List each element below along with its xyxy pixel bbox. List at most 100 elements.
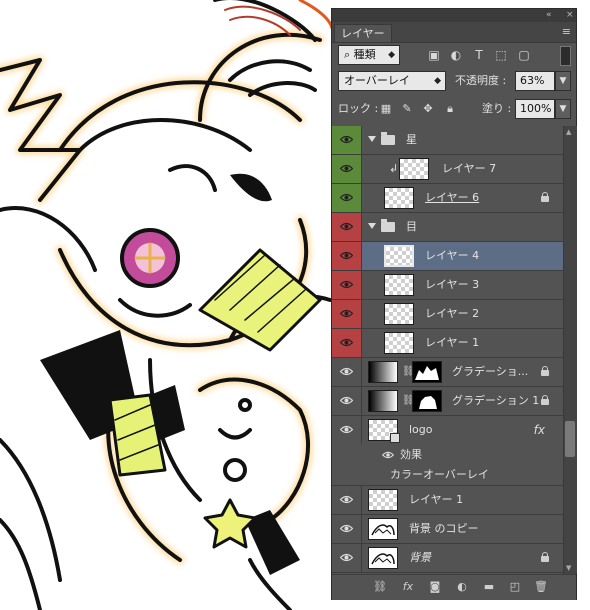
layer-name: レイヤー 6 bbox=[425, 191, 480, 204]
filter-kind-dropdown[interactable]: ⌕ 種類 ◆ bbox=[338, 45, 400, 65]
panel-footer: ⛓ fx ◙ ◐ ▬ ◰ 🗑︎ bbox=[332, 574, 576, 600]
visibility-toggle[interactable] bbox=[332, 358, 362, 386]
lock-icon bbox=[541, 366, 549, 376]
tab-layers[interactable]: レイヤー bbox=[334, 24, 392, 42]
lock-icon bbox=[541, 552, 549, 562]
visibility-toggle[interactable] bbox=[332, 416, 362, 444]
expand-triangle-icon[interactable] bbox=[368, 223, 376, 229]
visibility-toggle[interactable] bbox=[332, 329, 362, 357]
visibility-toggle[interactable] bbox=[332, 486, 362, 514]
gradient-thumbnail bbox=[368, 390, 398, 412]
layer-row-background[interactable]: 背景 bbox=[332, 544, 563, 573]
filter-row: ⌕ 種類 ◆ ▣ ◐ T ⬚ ▢ bbox=[332, 43, 576, 67]
layer-row-group-star[interactable]: 星 bbox=[332, 126, 563, 155]
shape-filter-icon[interactable]: ⬚ bbox=[493, 47, 509, 63]
layer-thumbnail bbox=[384, 187, 414, 209]
lock-label: ロック : bbox=[338, 102, 379, 115]
layer-row-4[interactable]: レイヤー 4 bbox=[332, 242, 563, 271]
color-overlay-label: カラーオーバーレイ bbox=[390, 468, 489, 481]
layer-row-logo[interactable]: logo fx bbox=[332, 416, 563, 445]
layer-name: レイヤー 7 bbox=[442, 162, 497, 175]
blend-mode-dropdown[interactable]: オーバーレイ ◆ bbox=[338, 71, 446, 91]
lock-all-icon[interactable]: 🔒︎ bbox=[443, 99, 457, 119]
layer-row-1-group[interactable]: レイヤー 1 bbox=[332, 329, 563, 358]
visibility-toggle[interactable] bbox=[332, 213, 362, 241]
layer-row-background-copy[interactable]: 背景 のコピー bbox=[332, 515, 563, 544]
clipping-mask-icon: ↲ bbox=[389, 162, 399, 175]
layer-list-scrollbar[interactable]: ▲ ▼ bbox=[563, 126, 577, 574]
add-mask-icon[interactable]: ◙ bbox=[427, 579, 443, 595]
visibility-toggle[interactable] bbox=[332, 515, 362, 543]
layer-name: logo bbox=[409, 423, 433, 436]
lock-transparency-icon[interactable]: ▦ bbox=[379, 99, 393, 119]
smart-object-badge-icon bbox=[390, 433, 400, 443]
blend-row: オーバーレイ ◆ 不透明度 : 63% ▼ bbox=[332, 69, 576, 93]
lock-icon bbox=[541, 395, 549, 405]
layer-name: レイヤー 1 bbox=[425, 336, 480, 349]
visibility-toggle[interactable] bbox=[332, 126, 362, 154]
scroll-down-icon[interactable]: ▼ bbox=[566, 564, 571, 572]
smart-object-filter-icon[interactable]: ▢ bbox=[516, 47, 532, 63]
layer-thumbnail bbox=[384, 303, 414, 325]
fill-dropdown-arrow[interactable]: ▼ bbox=[555, 99, 571, 119]
opacity-input[interactable]: 63% bbox=[515, 71, 555, 91]
effect-visibility-icon[interactable] bbox=[382, 451, 394, 459]
layer-row-2[interactable]: レイヤー 2 bbox=[332, 300, 563, 329]
image-filter-icon[interactable]: ▣ bbox=[426, 47, 442, 63]
visibility-toggle[interactable] bbox=[332, 271, 362, 299]
layer-row-6[interactable]: レイヤー 6 bbox=[332, 184, 563, 213]
layer-name: グラデーション 1 bbox=[452, 394, 540, 407]
layer-name: グラデーショ... bbox=[452, 365, 529, 378]
layer-row-group-eye[interactable]: 目 bbox=[332, 213, 563, 242]
opacity-dropdown-arrow[interactable]: ▼ bbox=[555, 71, 571, 91]
layer-thumbnail bbox=[384, 245, 414, 267]
opacity-label: 不透明度 : bbox=[455, 74, 507, 87]
layer-name: レイヤー 4 bbox=[425, 249, 480, 262]
visibility-toggle[interactable] bbox=[332, 300, 362, 328]
lock-paint-icon[interactable]: ✎ bbox=[400, 99, 414, 119]
chain-link-icon: ⛓ bbox=[402, 366, 415, 377]
chain-link-icon: ⛓ bbox=[402, 395, 415, 406]
folder-icon bbox=[381, 219, 395, 232]
visibility-toggle[interactable] bbox=[332, 184, 362, 212]
scrollbar-thumb[interactable] bbox=[565, 421, 575, 457]
filter-toggle[interactable] bbox=[560, 46, 571, 66]
layer-name: レイヤー 3 bbox=[425, 278, 480, 291]
layer-row-gradient-2[interactable]: ⛓ グラデーショ... bbox=[332, 358, 563, 387]
adjustment-filter-icon[interactable]: ◐ bbox=[448, 47, 464, 63]
lock-position-icon[interactable]: ✥ bbox=[421, 99, 435, 119]
visibility-toggle[interactable] bbox=[332, 155, 362, 183]
lock-icon bbox=[541, 192, 549, 202]
effects-row[interactable]: 効果 bbox=[332, 445, 563, 465]
color-overlay-row[interactable]: カラーオーバーレイ bbox=[332, 465, 563, 486]
filter-kind-label: 種類 bbox=[353, 48, 376, 61]
scroll-up-icon[interactable]: ▲ bbox=[566, 128, 571, 136]
layer-name: 背景 bbox=[409, 551, 431, 564]
folder-icon bbox=[381, 132, 395, 145]
visibility-toggle[interactable] bbox=[332, 544, 362, 572]
new-group-icon[interactable]: ▬ bbox=[481, 579, 497, 595]
layer-row-gradient-1[interactable]: ⛓ グラデーション 1 bbox=[332, 387, 563, 416]
collapse-icon[interactable]: « bbox=[546, 9, 552, 22]
layer-row-3[interactable]: レイヤー 3 bbox=[332, 271, 563, 300]
visibility-toggle[interactable] bbox=[332, 242, 362, 270]
link-layers-icon[interactable]: ⛓ bbox=[372, 579, 388, 595]
adjustment-layer-icon[interactable]: ◐ bbox=[454, 579, 470, 595]
layer-row-1[interactable]: レイヤー 1 bbox=[332, 486, 563, 515]
lock-row: ロック : ▦ ✎ ✥ 🔒︎ 塗り : 100% ▼ bbox=[332, 97, 576, 121]
layer-row-7[interactable]: ↲ レイヤー 7 bbox=[332, 155, 563, 184]
fill-input[interactable]: 100% bbox=[515, 99, 555, 119]
visibility-toggle[interactable] bbox=[332, 387, 362, 415]
trash-icon[interactable]: 🗑︎ bbox=[533, 579, 549, 595]
layer-name: 目 bbox=[406, 220, 417, 233]
gradient-thumbnail bbox=[368, 361, 398, 383]
close-icon[interactable]: × bbox=[566, 9, 574, 22]
type-filter-icon[interactable]: T bbox=[471, 47, 487, 63]
fx-icon[interactable]: fx bbox=[534, 423, 545, 437]
layer-name: 星 bbox=[406, 133, 417, 146]
new-layer-icon[interactable]: ◰ bbox=[507, 579, 523, 595]
expand-triangle-icon[interactable] bbox=[368, 136, 376, 142]
layer-mask-thumbnail bbox=[412, 361, 442, 383]
panel-menu-icon[interactable]: ≡ bbox=[562, 24, 571, 40]
fx-icon[interactable]: fx bbox=[400, 579, 416, 595]
